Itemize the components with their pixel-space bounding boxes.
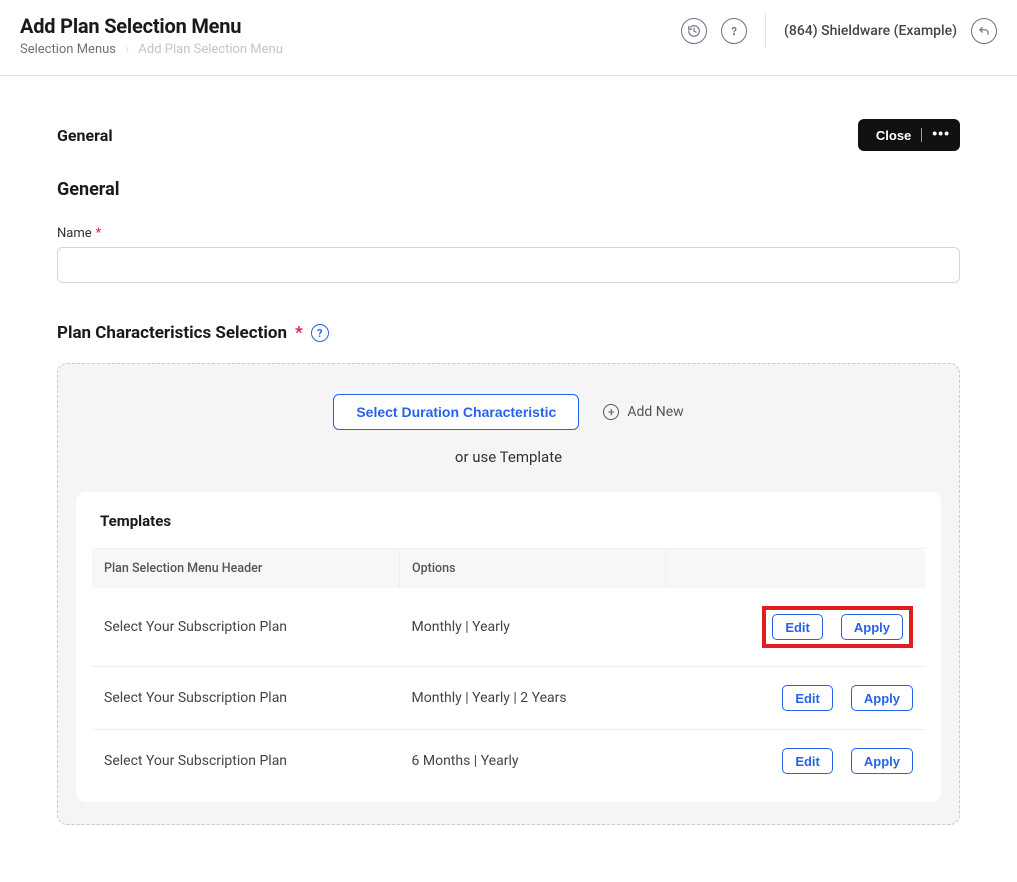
table-row: Select Your Subscription PlanMonthly | Y… [92,588,925,667]
table-row: Select Your Subscription Plan6 Months | … [92,730,925,793]
close-button-label: Close [876,128,911,143]
edit-button[interactable]: Edit [782,748,833,774]
more-icon[interactable]: ••• [932,126,950,140]
close-button[interactable]: Close ••• [858,119,960,151]
apply-button[interactable]: Apply [841,614,903,640]
plan-characteristics-title: Plan Characteristics Selection * ? [57,323,960,343]
highlight-box: Edit Apply [762,606,913,648]
chevron-right-icon: › [125,42,129,57]
section-general-title: General [57,179,960,200]
apply-button[interactable]: Apply [851,685,913,711]
cell-options: Monthly | Yearly [400,588,666,667]
cell-options: 6 Months | Yearly [400,730,666,793]
back-arrow-icon[interactable] [971,18,997,44]
cell-actions: Edit Apply [666,667,925,730]
required-asterisk: * [295,323,303,343]
cell-menu-header: Select Your Subscription Plan [92,667,400,730]
apply-button[interactable]: Apply [851,748,913,774]
divider [765,14,766,48]
page-title: Add Plan Selection Menu [20,14,283,38]
or-use-template-text: or use Template [76,448,941,466]
page-header: Add Plan Selection Menu Selection Menus … [0,0,1017,76]
main-card: General Close ••• General Name * Plan Ch… [20,96,997,862]
cell-menu-header: Select Your Subscription Plan [92,730,400,793]
help-icon[interactable] [721,18,747,44]
edit-button[interactable]: Edit [772,614,823,640]
history-icon[interactable] [681,18,707,44]
name-field-label: Name * [57,226,960,241]
breadcrumb: Selection Menus › Add Plan Selection Men… [20,42,283,57]
characteristics-panel: Select Duration Characteristic + Add New… [57,363,960,825]
col-header-menu-header: Plan Selection Menu Header [92,549,400,589]
plus-icon: + [603,404,619,420]
col-header-actions [666,549,925,589]
cell-menu-header: Select Your Subscription Plan [92,588,400,667]
templates-title: Templates [76,512,941,530]
select-duration-button[interactable]: Select Duration Characteristic [333,394,579,430]
edit-button[interactable]: Edit [782,685,833,711]
templates-card: Templates Plan Selection Menu Header Opt… [76,492,941,802]
col-header-options: Options [400,549,666,589]
templates-table: Plan Selection Menu Header Options Selec… [92,548,925,792]
breadcrumb-parent[interactable]: Selection Menus [20,42,116,57]
org-selector-label[interactable]: (864) Shieldware (Example) [784,23,957,39]
cell-options: Monthly | Yearly | 2 Years [400,667,666,730]
close-button-divider [921,128,922,142]
cell-actions: Edit Apply [666,730,925,793]
breadcrumb-current: Add Plan Selection Menu [138,42,283,57]
name-input[interactable] [57,247,960,283]
add-new-label: Add New [627,404,683,420]
card-tab-general: General [57,126,113,145]
cell-actions: Edit Apply [666,588,925,667]
table-row: Select Your Subscription PlanMonthly | Y… [92,667,925,730]
add-new-button[interactable]: + Add New [603,404,683,420]
required-asterisk: * [96,226,102,241]
help-tooltip-icon[interactable]: ? [311,324,329,342]
